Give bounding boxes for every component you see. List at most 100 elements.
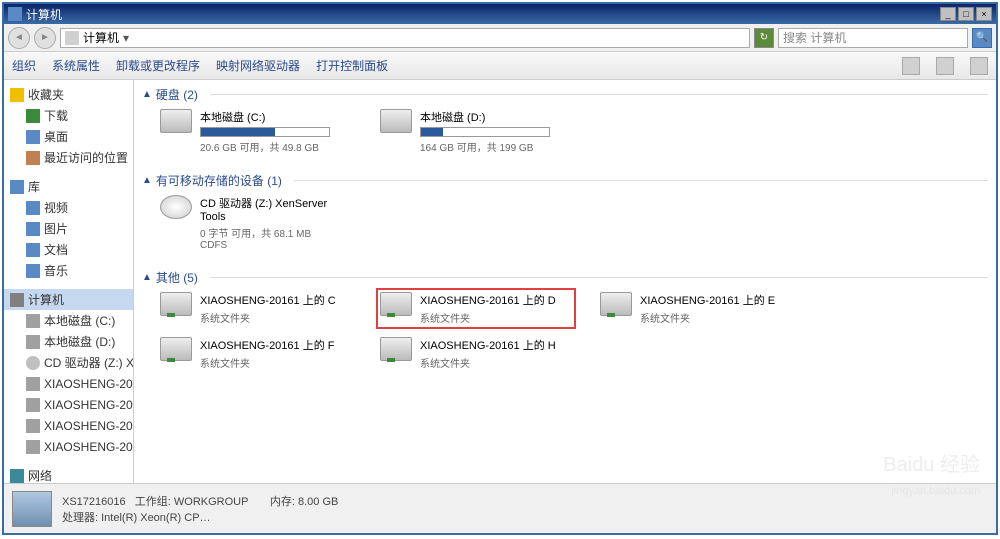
drive-capacity: 0 字节 可用，共 68.1 MB (200, 225, 352, 240)
desktop-icon (26, 130, 40, 144)
sidebar-disk-c[interactable]: 本地磁盘 (C:) (4, 310, 133, 331)
network-icon (10, 469, 24, 483)
video-icon (26, 201, 40, 215)
explorer-window: 计算机 _ □ × ◄ ► 计算机 ▾ ↻ 搜索 计算机 🔍 组织 系统属性 卸… (2, 2, 998, 535)
workgroup: 工作组: WORKGROUP (135, 496, 249, 508)
drive-cd[interactable]: CD 驱动器 (Z:) XenServer Tools 0 字节 可用，共 68… (156, 191, 356, 255)
sidebar-downloads[interactable]: 下载 (4, 105, 133, 126)
netdrive-icon (26, 440, 40, 454)
drive-name: XIAOSHENG-20161 上的 F (200, 337, 352, 353)
processor: 处理器: Intel(R) Xeon(R) CP… (62, 509, 338, 525)
computer-name: XS17216016 (62, 496, 126, 508)
sidebar-libraries[interactable]: 库 (4, 176, 133, 197)
sidebar-disk-d[interactable]: 本地磁盘 (D:) (4, 331, 133, 352)
system-properties[interactable]: 系统属性 (52, 57, 100, 74)
usage-bar (420, 127, 550, 137)
sidebar-pictures[interactable]: 图片 (4, 218, 133, 239)
netdrive-e[interactable]: XIAOSHENG-20161 上的 E 系统文件夹 (596, 288, 796, 329)
library-icon (10, 180, 24, 194)
computer-large-icon (12, 491, 52, 527)
preview-pane-button[interactable] (936, 57, 954, 75)
sidebar-music[interactable]: 音乐 (4, 260, 133, 281)
picture-icon (26, 222, 40, 236)
help-button[interactable] (970, 57, 988, 75)
address-text: 计算机 (83, 29, 119, 46)
forward-button[interactable]: ► (34, 27, 56, 49)
drive-name: CD 驱动器 (Z:) XenServer Tools (200, 195, 352, 223)
netdrive-icon (26, 377, 40, 391)
group-header[interactable]: ▲其他 (5) (142, 267, 988, 288)
search-placeholder: 搜索 计算机 (783, 29, 846, 46)
back-button[interactable]: ◄ (8, 27, 30, 49)
hard-disk-icon (160, 109, 192, 133)
sidebar-videos[interactable]: 视频 (4, 197, 133, 218)
collapse-icon: ▲ (142, 89, 152, 100)
address-bar[interactable]: 计算机 ▾ (60, 28, 750, 48)
drive-d[interactable]: 本地磁盘 (D:) 164 GB 可用，共 199 GB (376, 105, 576, 158)
sidebar-network[interactable]: 网络 (4, 465, 133, 483)
sidebar-netdrive-2[interactable]: XIAOSHENG-20161 上 (4, 394, 133, 415)
drive-name: 本地磁盘 (D:) (420, 109, 572, 125)
memory: 内存: 8.00 GB (270, 496, 338, 508)
refresh-button[interactable]: ↻ (754, 28, 774, 48)
download-icon (26, 109, 40, 123)
hard-disk-icon (380, 109, 412, 133)
drive-name: XIAOSHENG-20161 上的 E (640, 292, 792, 308)
sidebar-computer[interactable]: 计算机 (4, 289, 133, 310)
netdrive-icon (26, 398, 40, 412)
organize-menu[interactable]: 组织 (12, 57, 36, 74)
netdrive-h[interactable]: XIAOSHENG-20161 上的 H 系统文件夹 (376, 333, 576, 374)
view-mode-button[interactable] (902, 57, 920, 75)
recent-icon (26, 151, 40, 165)
sidebar-netdrive-1[interactable]: XIAOSHENG-20161 上 (4, 373, 133, 394)
group-hard-disks: ▲硬盘 (2) 本地磁盘 (C:) 20.6 GB 可用，共 49.8 GB (142, 84, 988, 158)
star-icon (10, 88, 24, 102)
collapse-icon: ▲ (142, 272, 152, 283)
network-drive-icon (380, 337, 412, 361)
sidebar-netdrive-4[interactable]: XIAOSHENG-20161 上 (4, 436, 133, 457)
drive-name: XIAOSHENG-20161 上的 H (420, 337, 572, 353)
sidebar-cd-z[interactable]: CD 驱动器 (Z:) Xen (4, 352, 133, 373)
netdrive-d-highlighted[interactable]: XIAOSHENG-20161 上的 D系统文件夹 (376, 288, 576, 329)
document-icon (26, 243, 40, 257)
drive-type: 系统文件夹 (200, 355, 352, 370)
drive-capacity: 20.6 GB 可用，共 49.8 GB (200, 139, 352, 154)
cd-drive-icon (160, 195, 192, 219)
network-drive-icon (160, 292, 192, 316)
search-button[interactable]: 🔍 (972, 28, 992, 48)
netdrive-c[interactable]: XIAOSHENG-20161 上的 C系统文件夹 (156, 288, 356, 329)
netdrive-f[interactable]: XIAOSHENG-20161 上的 F 系统文件夹 (156, 333, 356, 374)
sidebar-desktop[interactable]: 桌面 (4, 126, 133, 147)
computer-icon (8, 7, 22, 21)
uninstall-programs[interactable]: 卸载或更改程序 (116, 57, 200, 74)
group-removable: ▲有可移动存储的设备 (1) CD 驱动器 (Z:) XenServer Too… (142, 170, 988, 255)
sidebar-recent[interactable]: 最近访问的位置 (4, 147, 133, 168)
group-header[interactable]: ▲硬盘 (2) (142, 84, 988, 105)
drive-c[interactable]: 本地磁盘 (C:) 20.6 GB 可用，共 49.8 GB (156, 105, 356, 158)
drive-type: 系统文件夹 (640, 310, 792, 325)
window-title: 计算机 (26, 6, 62, 23)
music-icon (26, 264, 40, 278)
usage-bar (200, 127, 330, 137)
drive-capacity: 164 GB 可用，共 199 GB (420, 139, 572, 154)
open-control-panel[interactable]: 打开控制面板 (316, 57, 388, 74)
cd-icon (26, 356, 40, 370)
computer-icon (65, 31, 79, 45)
minimize-button[interactable]: _ (940, 7, 956, 21)
network-drive-icon (600, 292, 632, 316)
titlebar[interactable]: 计算机 _ □ × (4, 4, 996, 24)
drive-type: 系统文件夹 (420, 355, 572, 370)
collapse-icon: ▲ (142, 175, 152, 186)
sidebar-documents[interactable]: 文档 (4, 239, 133, 260)
map-network-drive[interactable]: 映射网络驱动器 (216, 57, 300, 74)
group-header[interactable]: ▲有可移动存储的设备 (1) (142, 170, 988, 191)
search-input[interactable]: 搜索 计算机 (778, 28, 968, 48)
chevron-down-icon[interactable]: ▾ (123, 31, 129, 45)
network-drive-icon (160, 337, 192, 361)
drive-name: XIAOSHENG-20161 上的 C (200, 292, 352, 308)
sidebar-favorites[interactable]: 收藏夹 (4, 84, 133, 105)
maximize-button[interactable]: □ (958, 7, 974, 21)
close-button[interactable]: × (976, 7, 992, 21)
sidebar-netdrive-3[interactable]: XIAOSHENG-20161 上 (4, 415, 133, 436)
computer-icon (10, 293, 24, 307)
